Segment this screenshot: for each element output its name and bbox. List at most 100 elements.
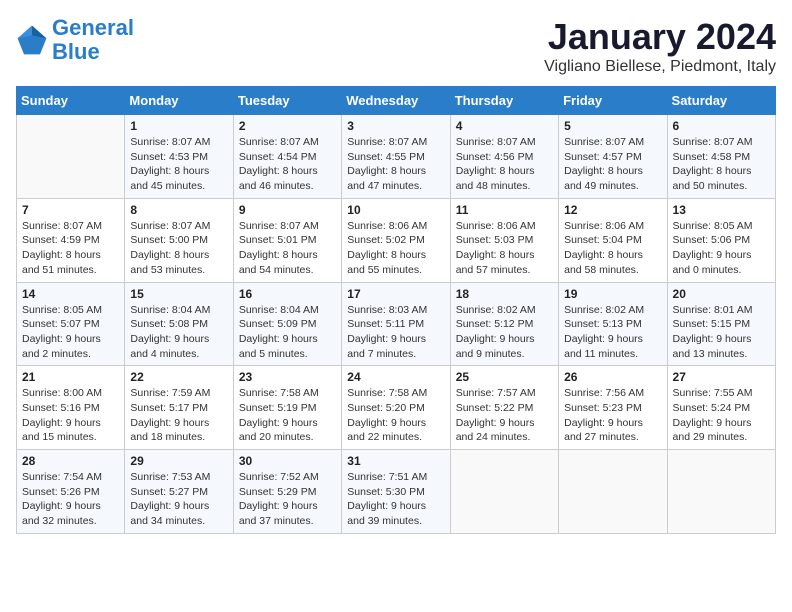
day-number: 19 (564, 287, 661, 301)
day-info: Sunrise: 7:58 AM Sunset: 5:20 PM Dayligh… (347, 386, 444, 445)
day-number: 13 (673, 203, 770, 217)
header-cell-thursday: Thursday (450, 87, 558, 115)
calendar-cell (559, 450, 667, 534)
calendar-cell: 29 Sunrise: 7:53 AM Sunset: 5:27 PM Dayli… (125, 450, 233, 534)
calendar-cell: 25 Sunrise: 7:57 AM Sunset: 5:22 PM Dayli… (450, 366, 558, 450)
day-number: 2 (239, 119, 336, 133)
day-info: Sunrise: 8:07 AM Sunset: 5:01 PM Dayligh… (239, 219, 336, 278)
day-number: 23 (239, 370, 336, 384)
day-number: 5 (564, 119, 661, 133)
logo-line2: Blue (52, 39, 100, 64)
day-number: 15 (130, 287, 227, 301)
title-block: January 2024 Vigliano Biellese, Piedmont… (544, 16, 776, 76)
day-number: 25 (456, 370, 553, 384)
calendar-cell: 12 Sunrise: 8:06 AM Sunset: 5:04 PM Dayli… (559, 198, 667, 282)
logo-icon (16, 24, 48, 56)
header-cell-wednesday: Wednesday (342, 87, 450, 115)
calendar-cell: 19Sunrise: 8:02 AM Sunset: 5:13 PM Dayli… (559, 282, 667, 366)
day-info: Sunrise: 8:07 AM Sunset: 4:56 PM Dayligh… (456, 135, 553, 194)
calendar-cell: 2Sunrise: 8:07 AM Sunset: 4:54 PM Daylig… (233, 115, 341, 199)
calendar-cell: 17 Sunrise: 8:03 AM Sunset: 5:11 PM Dayli… (342, 282, 450, 366)
day-number: 1 (130, 119, 227, 133)
calendar-body: 1 Sunrise: 8:07 AM Sunset: 4:53 PM Daylig… (17, 115, 776, 534)
calendar-cell: 15 Sunrise: 8:04 AM Sunset: 5:08 PM Dayli… (125, 282, 233, 366)
day-number: 6 (673, 119, 770, 133)
day-info: Sunrise: 7:57 AM Sunset: 5:22 PM Dayligh… (456, 386, 553, 445)
calendar-cell: 6 Sunrise: 8:07 AM Sunset: 4:58 PM Daylig… (667, 115, 775, 199)
day-number: 20 (673, 287, 770, 301)
calendar-cell: 22 Sunrise: 7:59 AM Sunset: 5:17 PM Dayli… (125, 366, 233, 450)
header-cell-friday: Friday (559, 87, 667, 115)
day-number: 22 (130, 370, 227, 384)
day-info: Sunrise: 7:56 AM Sunset: 5:23 PM Dayligh… (564, 386, 661, 445)
calendar-cell: 5Sunrise: 8:07 AM Sunset: 4:57 PM Daylig… (559, 115, 667, 199)
calendar-title: January 2024 (544, 16, 776, 58)
day-info: Sunrise: 7:58 AM Sunset: 5:19 PM Dayligh… (239, 386, 336, 445)
day-info: Sunrise: 8:07 AM Sunset: 4:53 PM Dayligh… (130, 135, 227, 194)
logo-text: General Blue (52, 16, 134, 64)
calendar-cell (450, 450, 558, 534)
day-number: 30 (239, 454, 336, 468)
day-info: Sunrise: 8:06 AM Sunset: 5:02 PM Dayligh… (347, 219, 444, 278)
calendar-cell: 1 Sunrise: 8:07 AM Sunset: 4:53 PM Daylig… (125, 115, 233, 199)
day-number: 17 (347, 287, 444, 301)
calendar-cell: 3Sunrise: 8:07 AM Sunset: 4:55 PM Daylig… (342, 115, 450, 199)
day-info: Sunrise: 8:05 AM Sunset: 5:07 PM Dayligh… (22, 303, 119, 362)
calendar-cell: 16 Sunrise: 8:04 AM Sunset: 5:09 PM Dayli… (233, 282, 341, 366)
day-number: 18 (456, 287, 553, 301)
logo: General Blue (16, 16, 134, 64)
calendar-cell: 27 Sunrise: 7:55 AM Sunset: 5:24 PM Dayli… (667, 366, 775, 450)
day-number: 24 (347, 370, 444, 384)
day-info: Sunrise: 8:06 AM Sunset: 5:03 PM Dayligh… (456, 219, 553, 278)
day-info: Sunrise: 8:07 AM Sunset: 4:59 PM Dayligh… (22, 219, 119, 278)
calendar-cell: 30Sunrise: 7:52 AM Sunset: 5:29 PM Dayli… (233, 450, 341, 534)
day-number: 12 (564, 203, 661, 217)
header-cell-tuesday: Tuesday (233, 87, 341, 115)
day-info: Sunrise: 8:04 AM Sunset: 5:08 PM Dayligh… (130, 303, 227, 362)
day-number: 4 (456, 119, 553, 133)
calendar-cell: 10 Sunrise: 8:06 AM Sunset: 5:02 PM Dayli… (342, 198, 450, 282)
day-number: 27 (673, 370, 770, 384)
day-info: Sunrise: 8:04 AM Sunset: 5:09 PM Dayligh… (239, 303, 336, 362)
calendar-cell: 28 Sunrise: 7:54 AM Sunset: 5:26 PM Dayli… (17, 450, 125, 534)
day-info: Sunrise: 8:05 AM Sunset: 5:06 PM Dayligh… (673, 219, 770, 278)
page-header: General Blue January 2024 Vigliano Biell… (16, 16, 776, 76)
header-cell-sunday: Sunday (17, 87, 125, 115)
week-row-4: 28 Sunrise: 7:54 AM Sunset: 5:26 PM Dayli… (17, 450, 776, 534)
day-info: Sunrise: 8:06 AM Sunset: 5:04 PM Dayligh… (564, 219, 661, 278)
calendar-cell: 8Sunrise: 8:07 AM Sunset: 5:00 PM Daylig… (125, 198, 233, 282)
header-cell-monday: Monday (125, 87, 233, 115)
day-info: Sunrise: 7:53 AM Sunset: 5:27 PM Dayligh… (130, 470, 227, 529)
day-number: 9 (239, 203, 336, 217)
calendar-subtitle: Vigliano Biellese, Piedmont, Italy (544, 58, 776, 76)
day-info: Sunrise: 7:59 AM Sunset: 5:17 PM Dayligh… (130, 386, 227, 445)
day-info: Sunrise: 7:55 AM Sunset: 5:24 PM Dayligh… (673, 386, 770, 445)
day-number: 28 (22, 454, 119, 468)
day-info: Sunrise: 8:07 AM Sunset: 4:58 PM Dayligh… (673, 135, 770, 194)
calendar-cell: 7Sunrise: 8:07 AM Sunset: 4:59 PM Daylig… (17, 198, 125, 282)
day-info: Sunrise: 8:03 AM Sunset: 5:11 PM Dayligh… (347, 303, 444, 362)
calendar-cell: 23 Sunrise: 7:58 AM Sunset: 5:19 PM Dayli… (233, 366, 341, 450)
calendar-cell: 9 Sunrise: 8:07 AM Sunset: 5:01 PM Daylig… (233, 198, 341, 282)
calendar-cell: 24 Sunrise: 7:58 AM Sunset: 5:20 PM Dayli… (342, 366, 450, 450)
calendar-cell: 20 Sunrise: 8:01 AM Sunset: 5:15 PM Dayli… (667, 282, 775, 366)
day-info: Sunrise: 8:02 AM Sunset: 5:12 PM Dayligh… (456, 303, 553, 362)
calendar-cell: 31Sunrise: 7:51 AM Sunset: 5:30 PM Dayli… (342, 450, 450, 534)
week-row-3: 21Sunrise: 8:00 AM Sunset: 5:16 PM Dayli… (17, 366, 776, 450)
calendar-header: SundayMondayTuesdayWednesdayThursdayFrid… (17, 87, 776, 115)
day-info: Sunrise: 7:54 AM Sunset: 5:26 PM Dayligh… (22, 470, 119, 529)
day-info: Sunrise: 8:01 AM Sunset: 5:15 PM Dayligh… (673, 303, 770, 362)
calendar-cell: 14Sunrise: 8:05 AM Sunset: 5:07 PM Dayli… (17, 282, 125, 366)
week-row-2: 14Sunrise: 8:05 AM Sunset: 5:07 PM Dayli… (17, 282, 776, 366)
calendar-cell (667, 450, 775, 534)
day-number: 11 (456, 203, 553, 217)
day-number: 16 (239, 287, 336, 301)
week-row-1: 7Sunrise: 8:07 AM Sunset: 4:59 PM Daylig… (17, 198, 776, 282)
logo-line1: General (52, 15, 134, 40)
day-number: 21 (22, 370, 119, 384)
day-number: 26 (564, 370, 661, 384)
day-number: 10 (347, 203, 444, 217)
day-number: 29 (130, 454, 227, 468)
calendar-table: SundayMondayTuesdayWednesdayThursdayFrid… (16, 86, 776, 534)
calendar-cell: 21Sunrise: 8:00 AM Sunset: 5:16 PM Dayli… (17, 366, 125, 450)
